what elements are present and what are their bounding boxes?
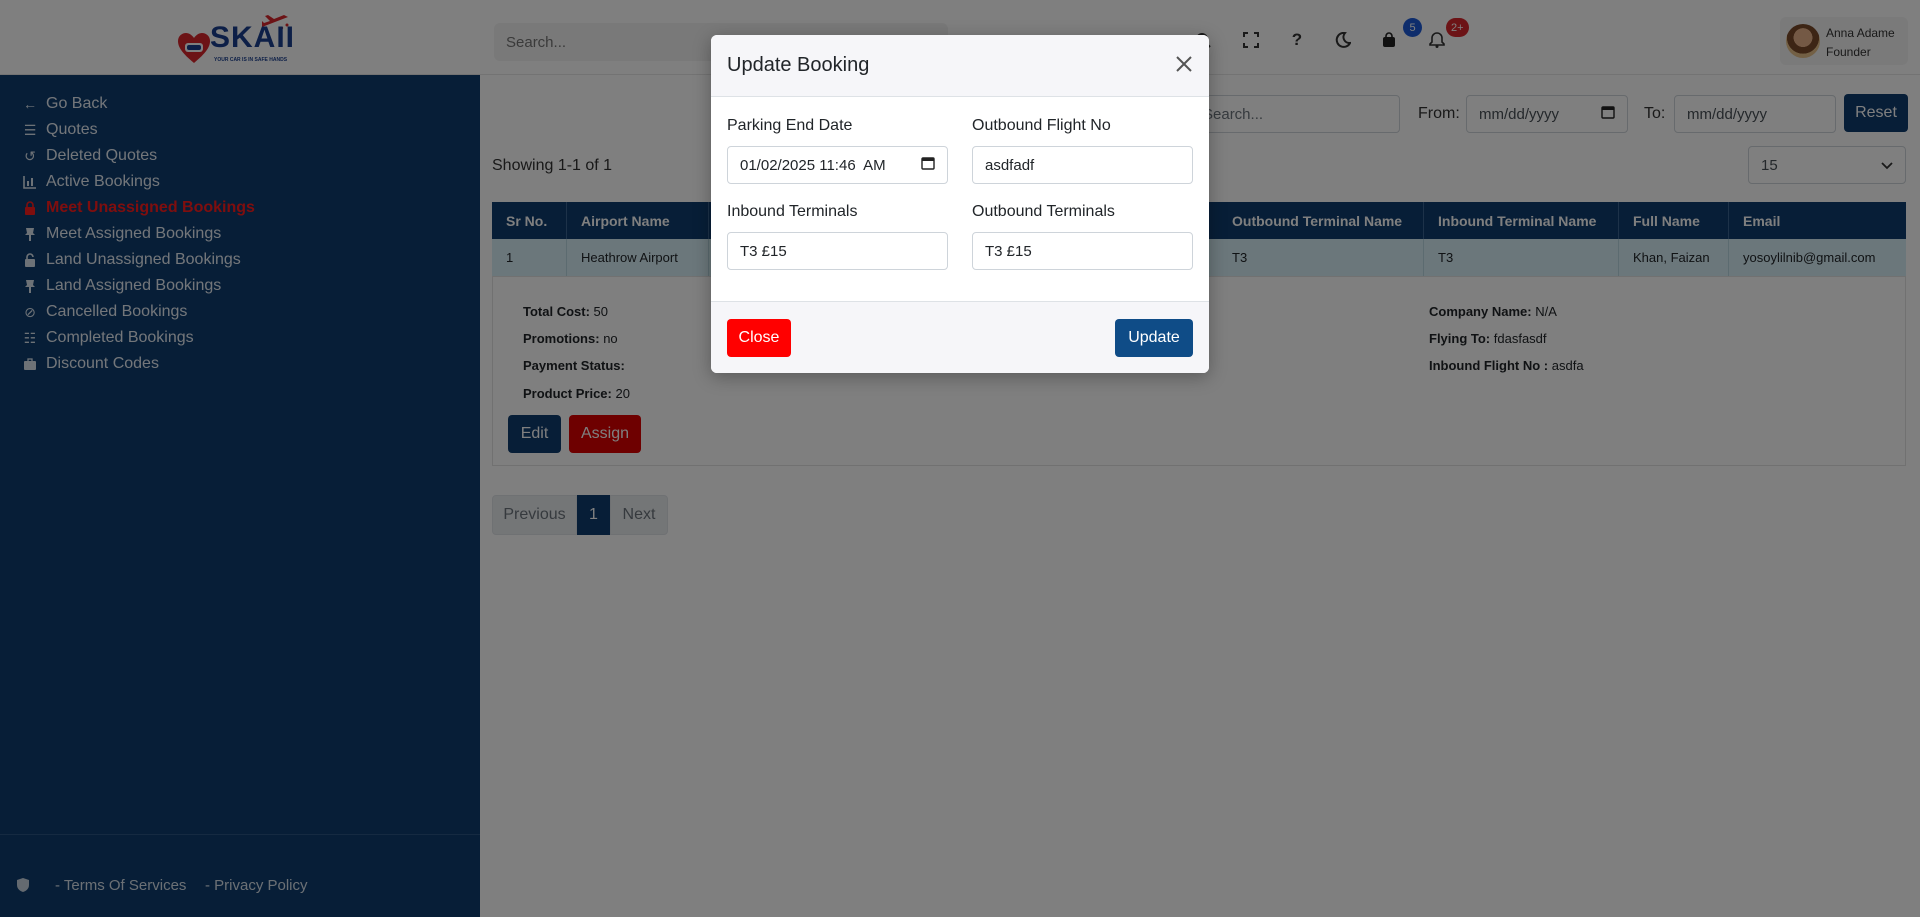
parking-end-date-value: 01/02/2025 11:46 AM xyxy=(740,156,886,174)
outbound-flight-no-label: Outbound Flight No xyxy=(972,117,1111,134)
modal-title: Update Booking xyxy=(727,54,870,76)
update-booking-modal: Update Booking Parking End Date 01/02/20… xyxy=(711,35,1209,373)
close-button[interactable]: Close xyxy=(727,319,791,357)
calendar-icon[interactable] xyxy=(921,156,935,174)
close-icon[interactable] xyxy=(1171,51,1197,77)
modal-footer: Close Update xyxy=(711,301,1209,373)
outbound-flight-no-input[interactable]: asdfadf xyxy=(972,146,1193,184)
outbound-terminals-value: T3 £15 xyxy=(985,242,1032,260)
update-button[interactable]: Update xyxy=(1115,319,1193,357)
parking-end-date-label: Parking End Date xyxy=(727,117,853,134)
outbound-terminals-select[interactable]: T3 £15 xyxy=(972,232,1193,270)
modal-header: Update Booking xyxy=(711,35,1209,97)
outbound-terminals-label: Outbound Terminals xyxy=(972,203,1115,220)
inbound-terminals-label: Inbound Terminals xyxy=(727,203,858,220)
inbound-terminals-select[interactable]: T3 £15 xyxy=(727,232,948,270)
parking-end-date-input[interactable]: 01/02/2025 11:46 AM xyxy=(727,146,948,184)
outbound-flight-no-value: asdfadf xyxy=(985,156,1035,174)
inbound-terminals-value: T3 £15 xyxy=(740,242,787,260)
